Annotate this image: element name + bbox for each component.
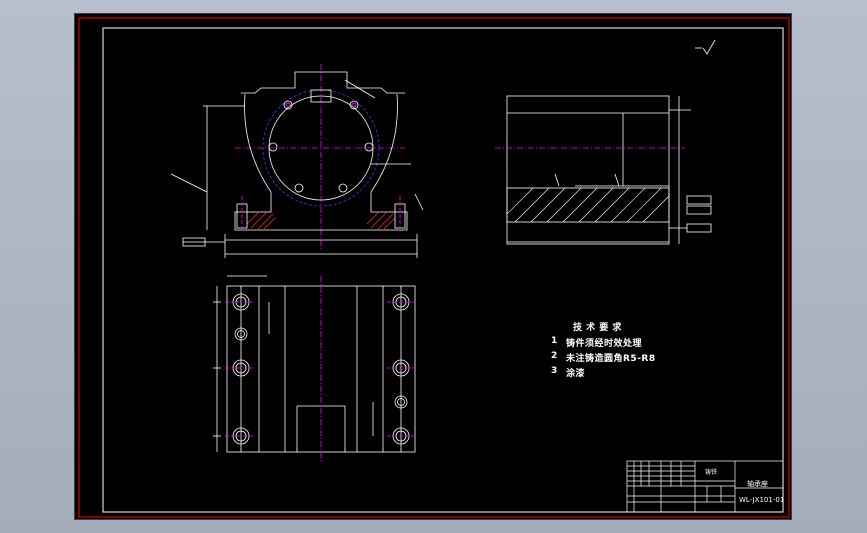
outer-border	[78, 17, 790, 518]
requirement-2-text: 未注铸造圆角R5-R8	[566, 354, 656, 364]
requirement-3-text: 涂漆	[566, 369, 586, 379]
requirement-3-number: 3	[551, 366, 558, 376]
top-view	[213, 275, 417, 462]
requirement-1-text: 铸件须经时效处理	[566, 339, 643, 349]
title-block-part-name: 轴承座	[747, 480, 768, 488]
cad-viewport[interactable]: 技 术 要 求 1 铸件须经时效处理 2 未注铸造圆角R5-R8 3 涂漆 铸铁…	[0, 0, 867, 533]
title-block-material: 铸铁	[705, 469, 718, 476]
requirement-1-number: 1	[551, 336, 558, 346]
engineering-drawing	[78, 17, 790, 518]
requirement-2-number: 2	[551, 351, 558, 361]
title-block-drawing-number: WL-JX101-01	[739, 496, 785, 504]
side-view	[495, 95, 712, 245]
drawing-sheet[interactable]: 技 术 要 求 1 铸件须经时效处理 2 未注铸造圆角R5-R8 3 涂漆 铸铁…	[74, 13, 792, 520]
front-view	[170, 64, 424, 258]
inner-frame	[102, 27, 784, 513]
technical-requirements-heading: 技 术 要 求	[573, 323, 622, 333]
surface-roughness-symbol	[695, 39, 716, 55]
